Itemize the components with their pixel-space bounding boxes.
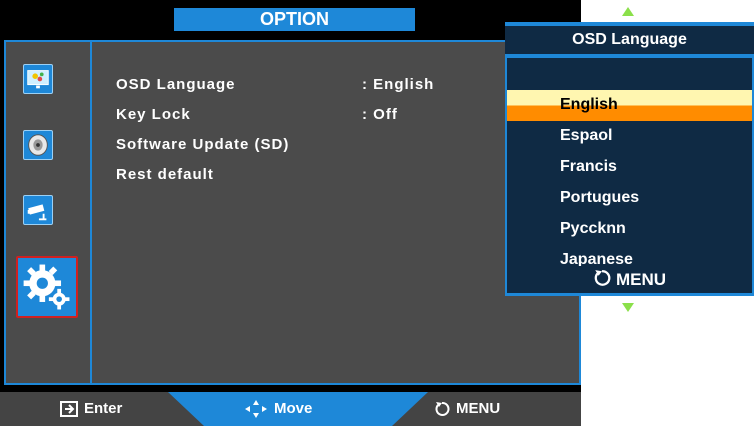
- enter-button[interactable]: Enter: [60, 392, 122, 426]
- menu-button[interactable]: MENU: [434, 392, 500, 426]
- option-frame: [4, 40, 581, 385]
- osd-language-value: : English: [362, 76, 435, 93]
- settings-gears-icon[interactable]: [16, 256, 78, 318]
- popup-menu-label: MENU: [615, 270, 667, 289]
- osd-language-popup: OSD Language English Espaol Francis Port…: [505, 22, 754, 296]
- footer-bar: Enter Move MENU: [0, 392, 581, 426]
- menu-item-key-lock[interactable]: Key Lock: [116, 106, 191, 123]
- move-label: Move: [274, 400, 313, 417]
- return-icon: [594, 270, 611, 286]
- menu-label: MENU: [456, 400, 501, 417]
- audio-icon[interactable]: [23, 130, 53, 160]
- scroll-down-arrow-icon[interactable]: [622, 303, 634, 312]
- selection-highlight: [507, 90, 752, 121]
- picture-icon[interactable]: [23, 64, 53, 94]
- osd-window: OPTION OSD Language: English Key Lock:…: [0, 0, 581, 426]
- popup-menu-button[interactable]: MENU: [507, 266, 752, 293]
- enter-label: Enter: [84, 400, 123, 417]
- menu-item-osd-language[interactable]: OSD Language: [116, 76, 236, 93]
- language-option-francis[interactable]: Francis: [560, 158, 617, 176]
- move-button[interactable]: Move: [244, 392, 312, 426]
- language-option-pyccknn[interactable]: Pyccknn: [560, 220, 626, 238]
- return-icon: [435, 402, 450, 416]
- enter-icon: [60, 401, 78, 418]
- language-list: English Espaol Francis Portugues Pyccknn…: [507, 58, 752, 280]
- language-option-espaol[interactable]: Espaol: [560, 127, 612, 145]
- key-lock-value: : Off: [362, 106, 398, 123]
- menu-item-rest-default[interactable]: Rest default: [116, 166, 214, 183]
- sidebar: [6, 42, 92, 383]
- camera-icon[interactable]: [23, 195, 53, 225]
- move-arrows-icon: [245, 400, 267, 419]
- language-option-portugues[interactable]: Portugues: [560, 189, 639, 207]
- language-option-english[interactable]: English: [560, 96, 618, 114]
- popup-title: OSD Language: [505, 26, 754, 54]
- page-title: OPTION: [174, 8, 415, 31]
- scroll-up-arrow-icon[interactable]: [622, 7, 634, 16]
- menu-item-software-update[interactable]: Software Update (SD): [116, 136, 289, 153]
